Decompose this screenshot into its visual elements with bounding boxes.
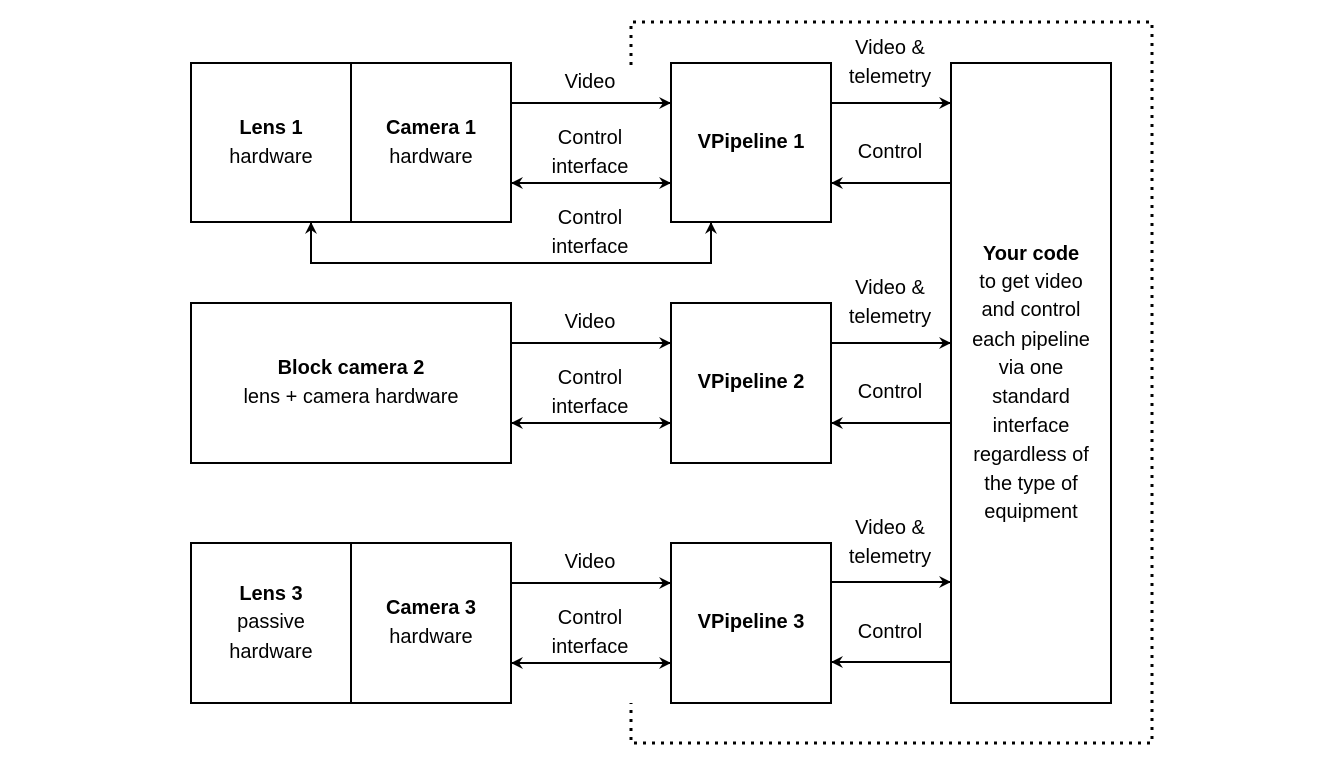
- vpipeline1-box: VPipeline 1: [670, 62, 832, 223]
- your-code-line: regardless of: [973, 444, 1089, 466]
- control-interface-label-3b: interface: [552, 636, 629, 658]
- control-interface-label-1a: Control: [558, 127, 622, 149]
- your-code-line: and control: [982, 299, 1081, 321]
- vpipeline3-title: VPipeline 3: [698, 611, 805, 633]
- your-code-title: Your code: [983, 243, 1079, 265]
- vpipeline2-box: VPipeline 2: [670, 302, 832, 464]
- video-telemetry-label-1b: telemetry: [849, 66, 931, 88]
- camera3-title: Camera 3: [386, 597, 476, 619]
- camera3-box: Camera 3 hardware: [350, 542, 512, 704]
- video-telemetry-label-3a: Video &: [855, 517, 925, 539]
- video-telemetry-label-2a: Video &: [855, 277, 925, 299]
- camera1-box: Camera 1 hardware: [350, 62, 512, 223]
- control-interface-label-2a: Control: [558, 367, 622, 389]
- video-label-3: Video: [565, 551, 616, 573]
- your-code-line: standard: [992, 386, 1070, 408]
- lens1-subtitle: hardware: [229, 146, 312, 168]
- control-label-1: Control: [858, 141, 922, 163]
- block-camera2-subtitle: lens + camera hardware: [243, 386, 458, 408]
- camera1-subtitle: hardware: [389, 146, 472, 168]
- video-label-2: Video: [565, 311, 616, 333]
- your-code-box: Your code to get video and control each …: [950, 62, 1112, 704]
- your-code-line: each pipeline: [972, 329, 1090, 351]
- control-label-3: Control: [858, 621, 922, 643]
- lens1-title: Lens 1: [239, 117, 302, 139]
- control-interface-label-2b: interface: [552, 396, 629, 418]
- block-camera2-box: Block camera 2 lens + camera hardware: [190, 302, 512, 464]
- your-code-line: equipment: [984, 501, 1078, 523]
- control-label-2: Control: [858, 381, 922, 403]
- block-camera2-title: Block camera 2: [278, 357, 425, 379]
- lens-control-interface-label-a: Control: [558, 207, 622, 229]
- your-code-line: interface: [993, 415, 1070, 437]
- video-telemetry-label-1a: Video &: [855, 37, 925, 59]
- camera1-title: Camera 1: [386, 117, 476, 139]
- lens-control-interface-label-b: interface: [552, 236, 629, 258]
- camera3-subtitle: hardware: [389, 626, 472, 648]
- your-code-line: the type of: [984, 473, 1078, 495]
- lens3-box: Lens 3 passive hardware: [190, 542, 352, 704]
- vpipeline2-title: VPipeline 2: [698, 371, 805, 393]
- control-interface-label-1b: interface: [552, 156, 629, 178]
- lens3-line3: hardware: [229, 641, 312, 663]
- vpipeline1-title: VPipeline 1: [698, 131, 805, 153]
- lens-control-interface-arrow: [305, 222, 717, 264]
- video-label-1: Video: [565, 71, 616, 93]
- lens3-title: Lens 3: [239, 583, 302, 605]
- diagram-canvas: Lens 1 hardware Camera 1 hardware VPipel…: [190, 20, 1154, 745]
- lens1-box: Lens 1 hardware: [190, 62, 352, 223]
- your-code-line: via one: [999, 357, 1064, 379]
- your-code-line: to get video: [979, 271, 1082, 293]
- video-telemetry-label-2b: telemetry: [849, 306, 931, 328]
- vpipeline3-box: VPipeline 3: [670, 542, 832, 704]
- lens3-line2: passive: [237, 611, 305, 633]
- control-interface-label-3a: Control: [558, 607, 622, 629]
- video-telemetry-label-3b: telemetry: [849, 546, 931, 568]
